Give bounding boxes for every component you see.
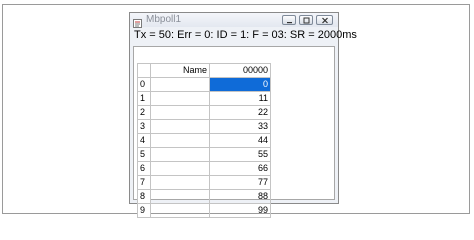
- row-value-cell[interactable]: 66: [209, 161, 271, 176]
- row-name-cell[interactable]: [150, 203, 210, 218]
- window-title: Mbpoll1: [146, 14, 182, 25]
- row-value-cell[interactable]: 77: [209, 175, 271, 190]
- row-index-cell: 5: [137, 147, 151, 162]
- row-index-cell: 8: [137, 189, 151, 204]
- row-index-cell: 0: [137, 77, 151, 92]
- row-name-cell[interactable]: [150, 91, 210, 106]
- header-value-cell: 00000: [209, 63, 271, 78]
- table-row[interactable]: 3 33: [137, 119, 271, 134]
- table-row[interactable]: 2 22: [137, 105, 271, 120]
- row-name-cell[interactable]: [150, 133, 210, 148]
- row-name-cell[interactable]: [150, 161, 210, 176]
- table-row[interactable]: 1 11: [137, 91, 271, 106]
- data-grid-area: Name 00000 0 0 1 11 2 22 3 33 4 44 5 55 6 66 7 77 8 88 9 99: [133, 46, 335, 218]
- table-row[interactable]: 4 44: [137, 133, 271, 148]
- close-icon: [322, 17, 328, 24]
- register-table: Name 00000 0 0 1 11 2 22 3 33 4 44 5 55 6 66 7 77 8 88 9 99: [137, 63, 271, 218]
- table-row[interactable]: 8 88: [137, 189, 271, 204]
- row-index-cell: 3: [137, 119, 151, 134]
- table-row[interactable]: 6 66: [137, 161, 271, 176]
- maximize-button[interactable]: [299, 15, 313, 25]
- maximize-icon: [303, 17, 310, 24]
- row-name-cell[interactable]: [150, 189, 210, 204]
- minimize-icon: [287, 22, 292, 24]
- row-name-cell[interactable]: [150, 77, 210, 92]
- selected-value-cell[interactable]: 0: [209, 77, 271, 92]
- row-index-cell: 9: [137, 203, 151, 218]
- close-button[interactable]: [316, 15, 333, 25]
- mbpoll-window: Mbpoll1 Tx = 50: Err = 0: ID = 1: F = 03…: [129, 12, 357, 218]
- title-bar[interactable]: Mbpoll1: [130, 13, 338, 28]
- row-name-cell[interactable]: [150, 147, 210, 162]
- table-row[interactable]: 00: [137, 77, 271, 92]
- row-index-cell: 2: [137, 105, 151, 120]
- row-name-cell[interactable]: [150, 119, 210, 134]
- status-line: Tx = 50: Err = 0: ID = 1: F = 03: SR = 2…: [134, 29, 357, 41]
- row-name-cell[interactable]: [150, 105, 210, 120]
- row-name-cell[interactable]: [150, 175, 210, 190]
- row-index-cell: 4: [137, 133, 151, 148]
- row-value-cell[interactable]: 44: [209, 133, 271, 148]
- app-icon: [133, 15, 142, 28]
- row-value-cell[interactable]: 22: [209, 105, 271, 120]
- row-value-cell[interactable]: 33: [209, 119, 271, 134]
- header-row: Name 00000: [137, 63, 271, 78]
- row-value-cell[interactable]: 11: [209, 91, 271, 106]
- table-row[interactable]: 9 99: [137, 203, 271, 218]
- row-value-cell[interactable]: 99: [209, 203, 271, 218]
- minimize-button[interactable]: [282, 15, 296, 25]
- table-row[interactable]: 7 77: [137, 175, 271, 190]
- row-index-cell: 1: [137, 91, 151, 106]
- row-index-cell: 6: [137, 161, 151, 176]
- header-name-cell: Name: [150, 63, 210, 78]
- row-value-cell[interactable]: 55: [209, 147, 271, 162]
- row-value-cell[interactable]: 88: [209, 189, 271, 204]
- table-row[interactable]: 5 55: [137, 147, 271, 162]
- row-index-cell: 7: [137, 175, 151, 190]
- header-index-cell: [137, 63, 151, 78]
